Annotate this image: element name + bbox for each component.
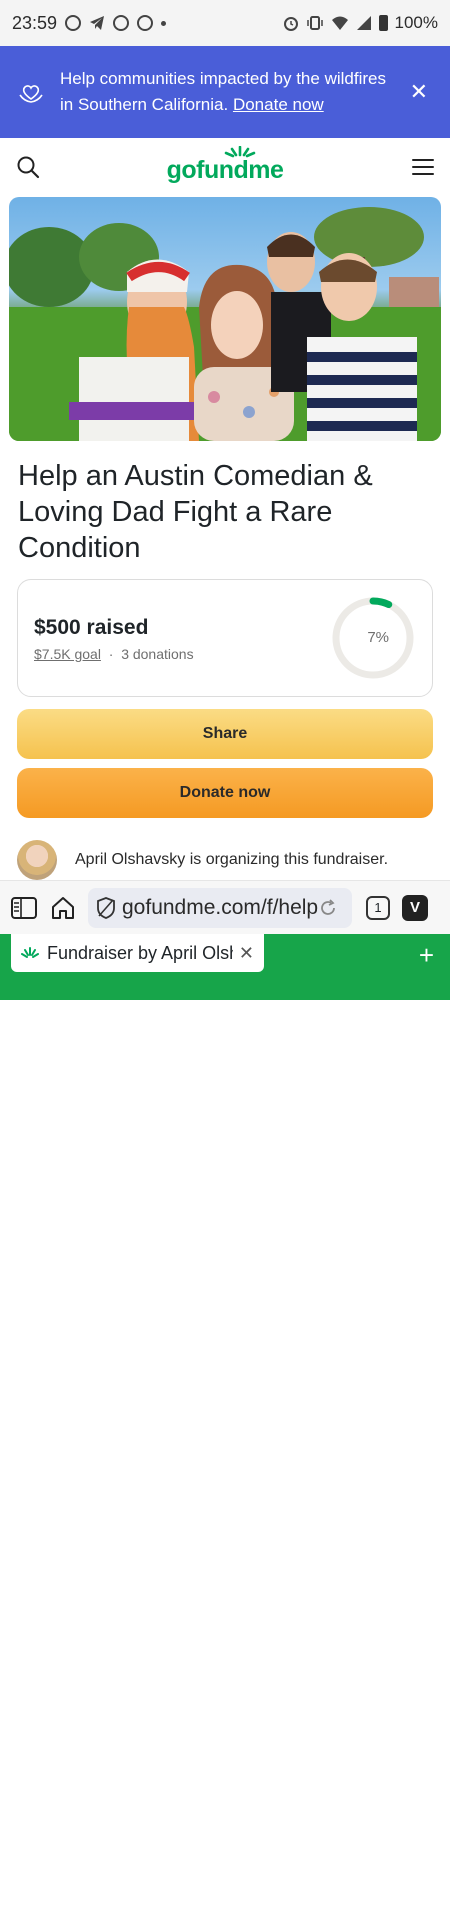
share-button[interactable]: Share — [17, 709, 433, 759]
messenger-icon-2 — [137, 15, 154, 31]
battery-icon — [378, 15, 388, 31]
goal-separator: · — [108, 646, 114, 662]
messenger-icon — [113, 15, 130, 31]
campaign-title: Help an Austin Comedian & Loving Dad Fig… — [18, 460, 373, 564]
alarm-icon — [283, 17, 298, 31]
campaign-hero-image — [9, 197, 441, 441]
signal-icon — [356, 16, 371, 30]
active-tab[interactable]: Fundraiser by April Olshavsky ✕ — [11, 934, 264, 972]
goal-line: $7.5K goal · 3 donations — [34, 646, 194, 662]
status-bar: 23:59 100% — [0, 0, 450, 46]
threads-icon — [65, 15, 82, 31]
organizer-avatar — [17, 840, 57, 880]
banner-donate-link[interactable]: Donate now — [233, 95, 324, 114]
goal-amount[interactable]: $7.5K goal — [34, 646, 101, 662]
new-tab-button[interactable]: + — [419, 940, 434, 971]
family-photo — [9, 207, 441, 441]
site-header: gofundme — [0, 138, 450, 196]
banner-text: Help communities impacted by the wildfir… — [60, 69, 386, 114]
close-icon[interactable]: ✕ — [406, 75, 432, 109]
panel-icon[interactable] — [10, 896, 38, 920]
donate-now-button[interactable]: Donate now — [17, 768, 433, 818]
organizer-row: April Olshavsky is organizing this fundr… — [17, 840, 433, 880]
organizer-text: April Olshavsky is organizing this fundr… — [75, 851, 389, 868]
amount-raised: $500 raised — [34, 616, 149, 639]
more-notifications-icon — [161, 20, 167, 26]
vivaldi-menu-icon[interactable]: V — [402, 894, 428, 921]
url-text[interactable]: gofundme.com/f/help-an-austin-comedian — [122, 896, 318, 920]
close-tab-icon[interactable]: ✕ — [239, 943, 254, 964]
progress-card: $500 raised $7.5K goal · 3 donations 7% — [17, 579, 433, 697]
wifi-icon — [331, 16, 348, 30]
wildfire-banner: Help communities impacted by the wildfir… — [0, 46, 450, 138]
donation-count: 3 donations — [121, 646, 194, 662]
gofundme-logo[interactable]: gofundme — [0, 156, 450, 185]
gofundme-favicon-icon — [21, 947, 39, 958]
tracker-shield-icon[interactable] — [96, 896, 116, 919]
system-icons: 100% — [283, 13, 438, 33]
heart-hands-icon — [19, 85, 43, 103]
reload-icon[interactable] — [318, 898, 338, 918]
vibrate-icon — [306, 16, 323, 30]
gesture-bar[interactable] — [160, 1918, 288, 1923]
telegram-icon — [90, 16, 105, 30]
tab-switcher-button[interactable]: 1 — [366, 895, 390, 920]
address-bar[interactable]: gofundme.com/f/help-an-austin-comedian — [88, 887, 352, 928]
progress-percent: 7% — [367, 629, 389, 646]
browser-toolbar: gofundme.com/f/help-an-austin-comedian 1… — [0, 880, 450, 934]
tab-strip: Fundraiser by April Olshavsky ✕ + — [0, 934, 450, 1923]
notification-icons — [65, 15, 167, 31]
banner-message: Help communities impacted by the wildfir… — [60, 66, 396, 118]
tab-title: Fundraiser by April Olshavsky — [47, 942, 233, 963]
home-icon[interactable] — [50, 896, 76, 920]
battery-percent: 100% — [394, 13, 438, 32]
status-time: 23:59 — [12, 12, 58, 33]
